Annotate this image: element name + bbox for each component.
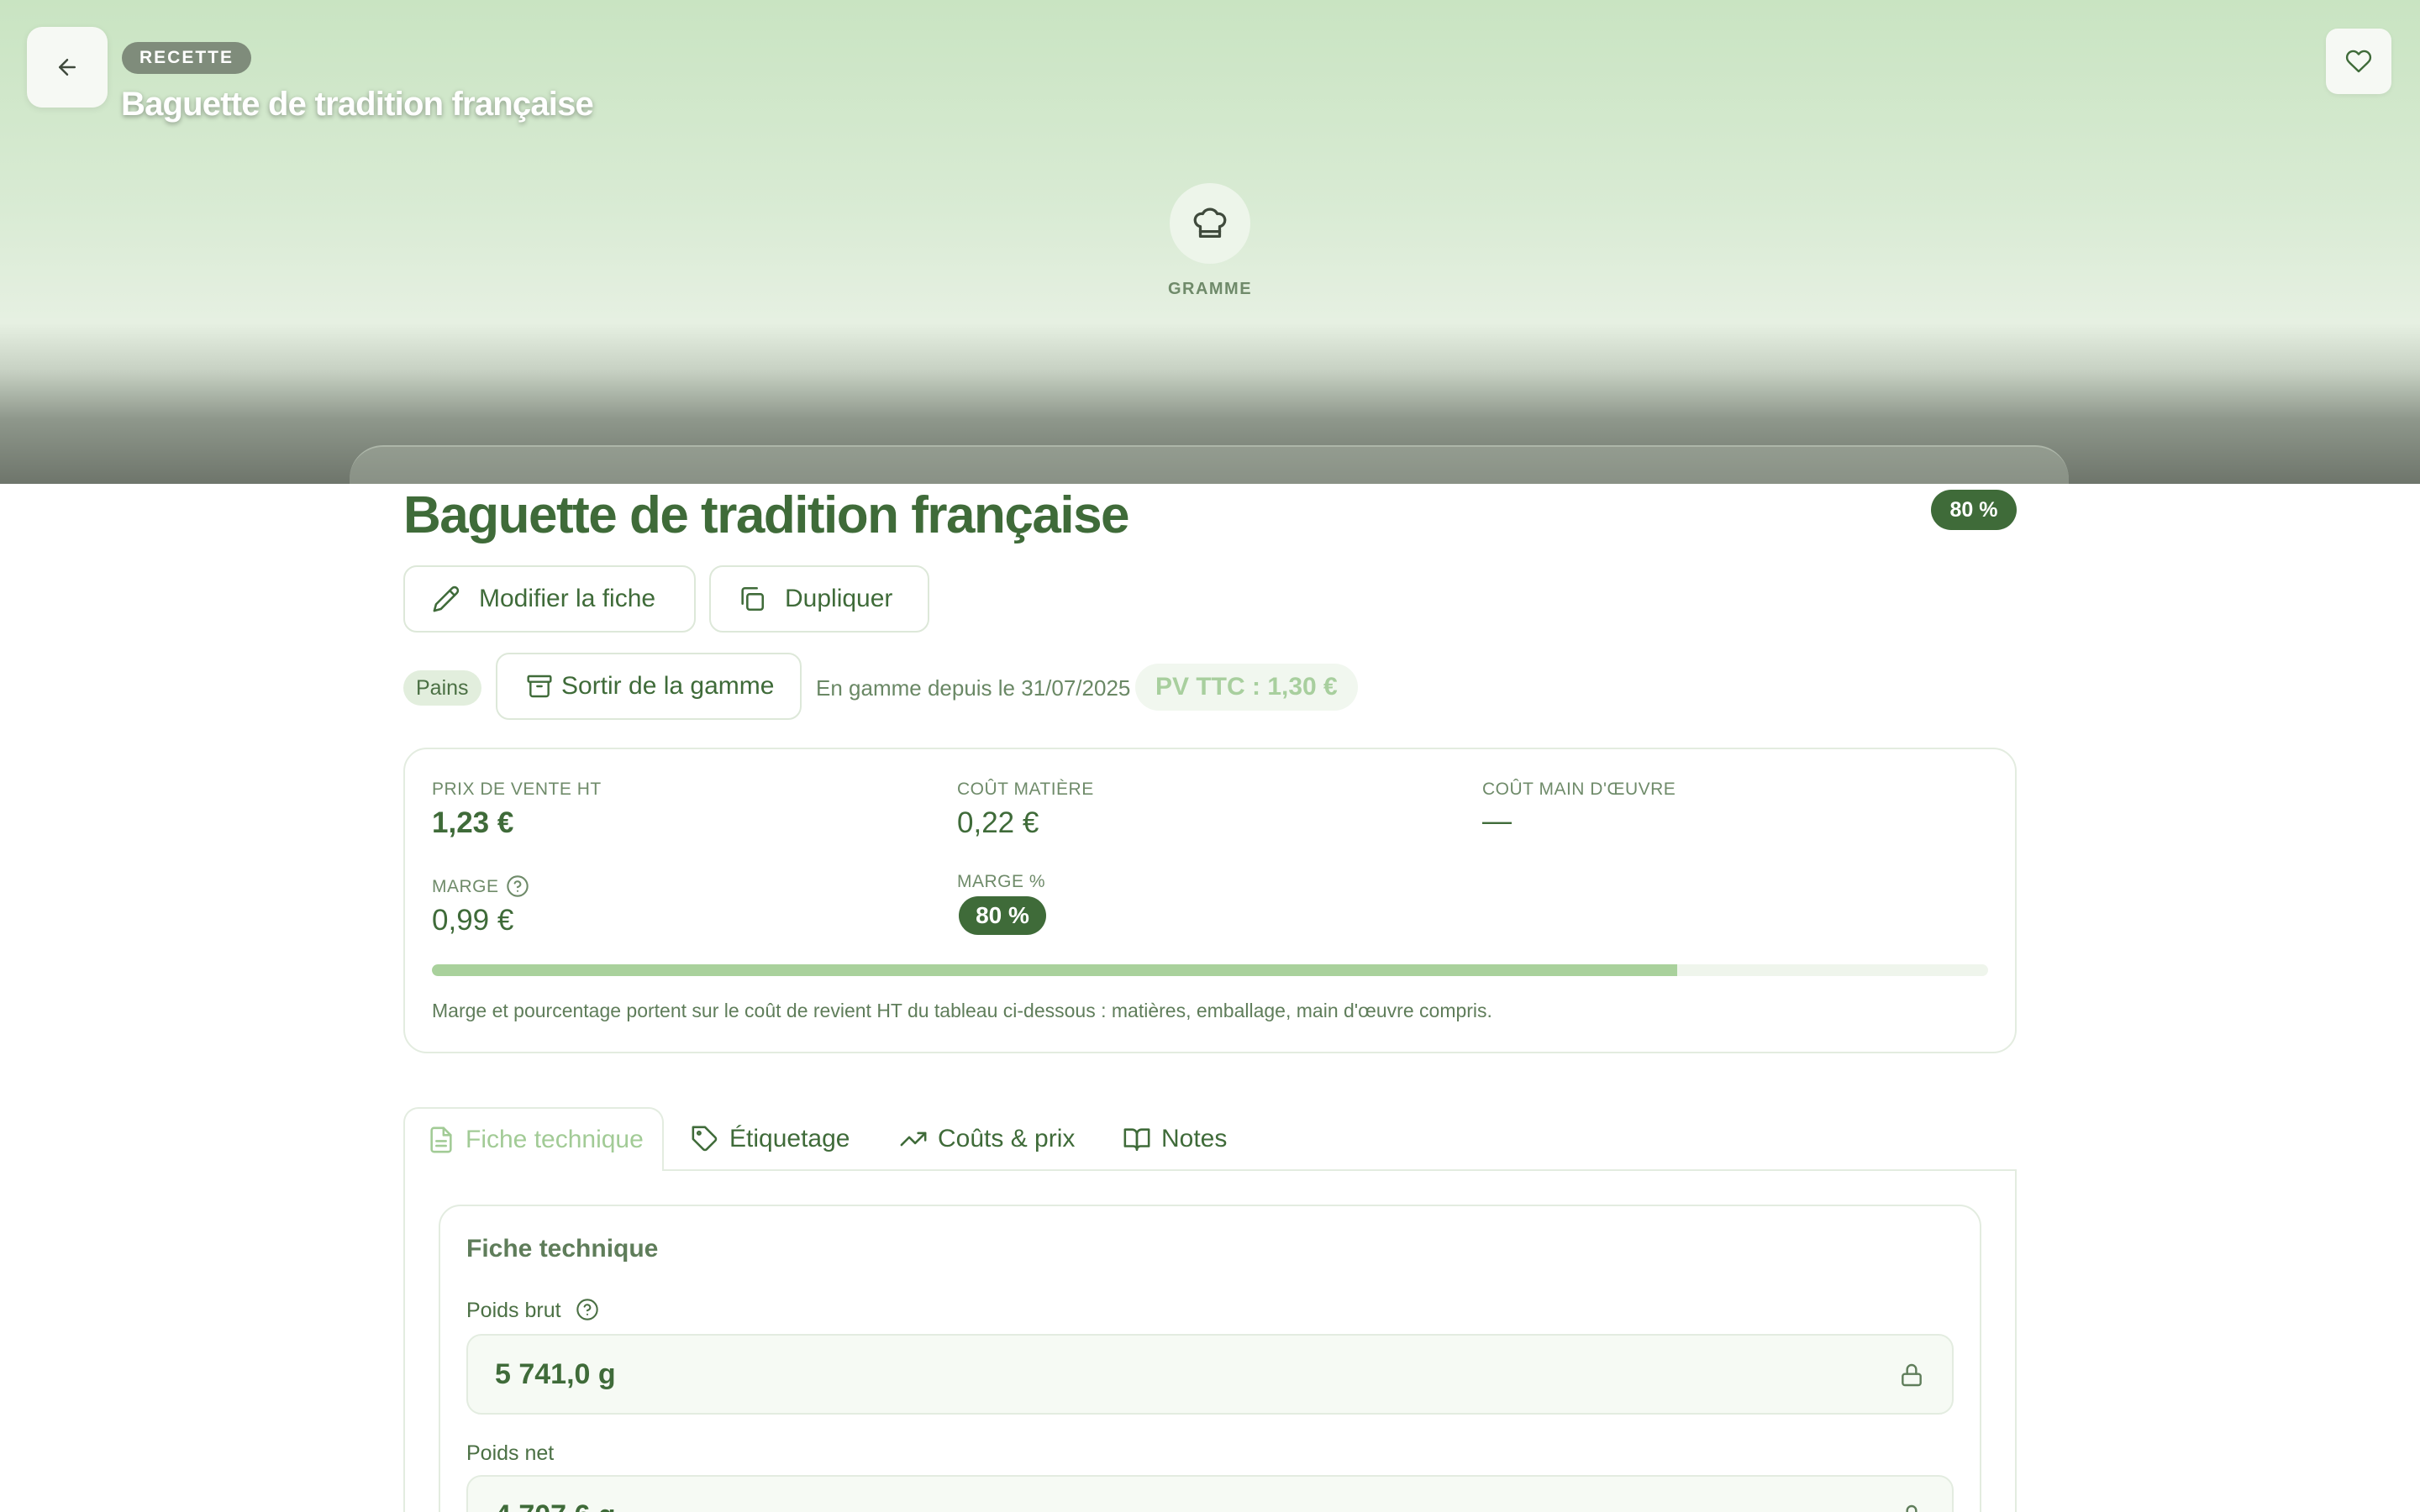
heart-icon <box>2345 50 2372 73</box>
net-weight-label: Poids net <box>466 1441 555 1465</box>
lock-icon <box>1906 1504 1918 1512</box>
tab-technical-sheet-label: Fiche technique <box>466 1126 644 1153</box>
tag-icon <box>692 1126 718 1152</box>
favorite-button[interactable] <box>2326 29 2391 94</box>
material-cost-value: 0,22 € <box>957 806 1039 839</box>
lock-icon <box>1902 1363 1922 1387</box>
margin-progress-fill <box>432 964 1677 976</box>
pv-ttc-badge: PV TTC : 1,30 € <box>1135 664 1358 711</box>
category-tag: Pains <box>403 670 481 706</box>
tab-notes[interactable]: Notes <box>1123 1107 1227 1171</box>
tab-labeling[interactable]: Étiquetage <box>691 1107 850 1171</box>
arrow-left-icon <box>59 59 76 76</box>
gross-weight-label: Poids brut <box>466 1299 561 1322</box>
tab-costs-prices-label: Coûts & prix <box>938 1125 1076 1152</box>
chef-hat-icon <box>1193 207 1227 238</box>
labor-cost-label: COÛT MAIN D'ŒUVRE <box>1482 780 1676 799</box>
edit-sheet-button[interactable]: Modifier la fiche <box>403 565 696 633</box>
edit-sheet-label: Modifier la fiche <box>479 585 656 612</box>
technical-sheet-title: Fiche technique <box>466 1235 659 1263</box>
trending-up-icon <box>900 1131 927 1147</box>
back-button[interactable] <box>27 27 108 108</box>
gross-weight-field: 5 741,0 g <box>466 1334 1954 1415</box>
net-weight-value: 4 707,6 g <box>495 1477 616 1512</box>
labor-cost-value: — <box>1482 805 1512 837</box>
gross-weight-value: 5 741,0 g <box>495 1358 616 1390</box>
sale-price-value: 1,23 € <box>432 806 514 839</box>
tab-labeling-label: Étiquetage <box>729 1125 850 1152</box>
help-circle-icon[interactable] <box>506 874 529 898</box>
hero-title: Baguette de tradition française <box>121 86 594 123</box>
hero-banner: RECETTE Baguette de tradition française … <box>0 0 2420 484</box>
document-icon <box>430 1126 452 1153</box>
margin-percent-value: 80 % <box>959 896 1046 935</box>
margin-value: 0,99 € <box>432 904 514 937</box>
copy-icon <box>741 586 765 612</box>
hero-sheet-edge <box>350 445 2069 484</box>
margin-percent-label: MARGE % <box>957 872 1046 891</box>
margin-label: MARGE <box>432 877 499 896</box>
margin-percent-badge: 80 % <box>1931 490 2017 530</box>
page-title: Baguette de tradition française <box>403 486 1130 544</box>
cost-summary-card: PRIX DE VENTE HT 1,23 € COÛT MATIÈRE 0,2… <box>403 748 2017 1053</box>
help-circle-icon[interactable] <box>576 1298 599 1321</box>
tab-costs-prices[interactable]: Coûts & prix <box>899 1107 1075 1171</box>
sale-price-label: PRIX DE VENTE HT <box>432 780 602 799</box>
unit-label: GRAMME <box>1167 280 1253 298</box>
margin-progress-bar <box>432 964 1988 976</box>
tab-notes-label: Notes <box>1161 1125 1228 1152</box>
remove-from-range-label: Sortir de la gamme <box>561 672 775 700</box>
remove-from-range-button[interactable]: Sortir de la gamme <box>496 653 802 720</box>
archive-icon <box>527 675 552 698</box>
book-icon <box>1123 1128 1150 1152</box>
duplicate-label: Dupliquer <box>785 585 893 612</box>
recipe-type-badge: RECETTE <box>122 42 252 74</box>
unit-icon-circle <box>1170 183 1250 264</box>
in-range-since: En gamme depuis le 31/07/2025 <box>816 675 1131 701</box>
material-cost-label: COÛT MATIÈRE <box>957 780 1094 799</box>
pencil-icon <box>433 585 460 612</box>
net-weight-field: 4 707,6 g <box>466 1475 1954 1512</box>
tab-technical-sheet[interactable]: Fiche technique <box>403 1107 664 1171</box>
margin-note: Marge et pourcentage portent sur le coût… <box>432 1000 1492 1021</box>
duplicate-button[interactable]: Dupliquer <box>709 565 929 633</box>
